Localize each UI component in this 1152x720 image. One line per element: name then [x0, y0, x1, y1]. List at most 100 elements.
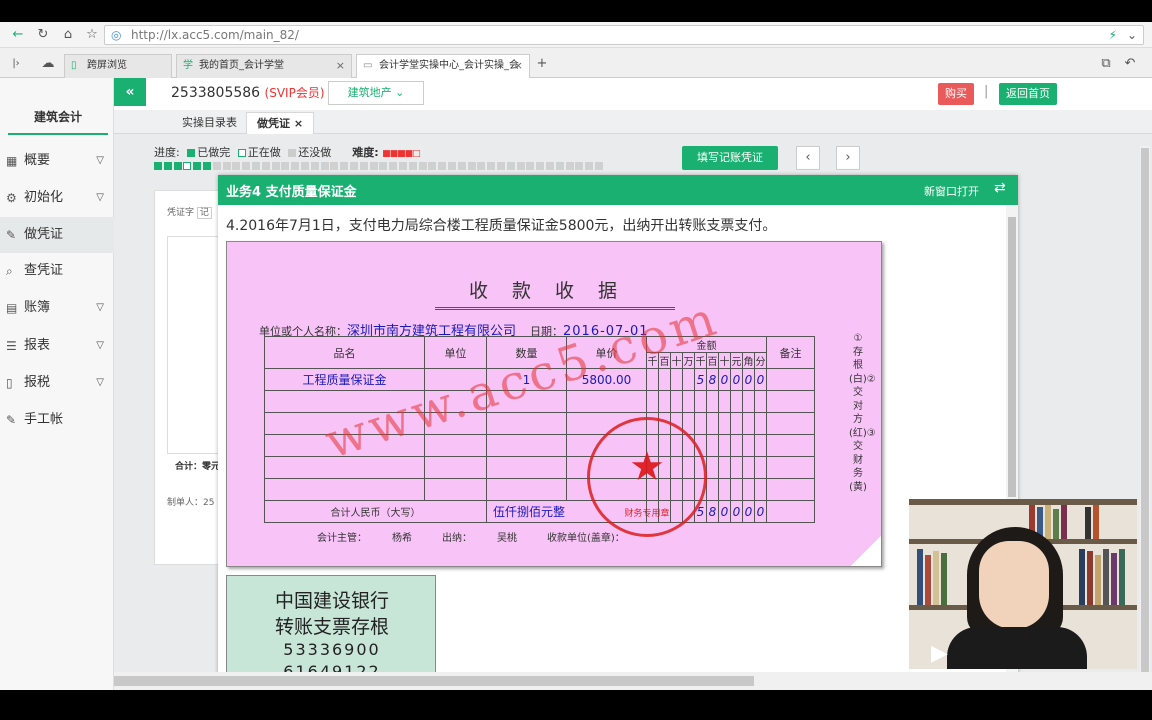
progress-dot[interactable]: [389, 162, 398, 170]
progress-dot[interactable]: [203, 162, 211, 170]
progress-dot[interactable]: [467, 162, 476, 170]
progress-dot[interactable]: [261, 162, 270, 170]
digit-header: 分: [754, 352, 767, 369]
progress-dot[interactable]: [193, 162, 202, 170]
sidebar-item-reports[interactable]: ☰ 报表 ▽: [0, 328, 114, 364]
sidebar-item-manual[interactable]: ✎ 手工帐: [0, 402, 114, 438]
industry-select[interactable]: 建筑地产 ⌄: [328, 81, 424, 105]
progress-dot[interactable]: [546, 162, 554, 170]
open-new-window-link[interactable]: 新窗口打开: [924, 183, 979, 199]
progress-dot[interactable]: [212, 162, 221, 170]
tab-practice-list[interactable]: 实操目录表: [172, 112, 247, 134]
progress-dot[interactable]: [173, 162, 182, 170]
progress-dot[interactable]: [487, 162, 496, 170]
progress-dot[interactable]: [163, 162, 172, 170]
doing-label: 正在做: [247, 146, 281, 159]
progress-dot[interactable]: [506, 162, 515, 170]
empty-cell: [742, 478, 755, 501]
progress-dot[interactable]: [565, 162, 574, 170]
progress-dot[interactable]: [291, 162, 300, 170]
extension-icon[interactable]: ⚡: [1109, 26, 1117, 44]
progress-dot[interactable]: [281, 162, 290, 170]
progress-dot[interactable]: [232, 162, 241, 170]
progress-dot[interactable]: [320, 162, 329, 170]
home-icon[interactable]: ⌂: [58, 25, 78, 45]
new-tab-icon[interactable]: +: [532, 54, 552, 74]
horizontal-scrollbar[interactable]: [114, 672, 1152, 690]
total-note: [766, 500, 815, 523]
chevron-down-icon[interactable]: ⌄: [1127, 26, 1137, 44]
progress-dot[interactable]: [379, 162, 388, 170]
progress-dot[interactable]: [526, 162, 535, 170]
tab-make-voucher[interactable]: 做凭证 ×: [246, 112, 315, 134]
progress-dot[interactable]: [477, 162, 486, 170]
progress-dot[interactable]: [359, 162, 368, 170]
empty-cell: [706, 456, 719, 479]
refresh-icon[interactable]: ↻: [33, 25, 53, 45]
progress-dot[interactable]: [595, 162, 603, 170]
progress-dot[interactable]: [242, 162, 251, 170]
star-icon[interactable]: ☆: [82, 25, 102, 45]
progress-dot[interactable]: [369, 162, 378, 170]
progress-dot[interactable]: [222, 162, 231, 170]
amount-digit: [646, 368, 659, 391]
progress-dot[interactable]: [399, 162, 407, 170]
tab-home[interactable]: 学 我的首页_会计学堂 ×: [176, 54, 352, 78]
play-logo-icon: ▶: [931, 641, 948, 666]
scrollbar-thumb[interactable]: [114, 676, 754, 686]
progress-dot[interactable]: [428, 162, 437, 170]
sidebar-item-tax[interactable]: ▯ 报税 ▽: [0, 365, 114, 401]
prev-arrow-icon[interactable]: ‹: [796, 146, 820, 170]
url-input[interactable]: ◎ http://lx.acc5.com/main_82/ ⚡ ⌄: [104, 25, 1144, 45]
voucher-type-select[interactable]: 记: [196, 207, 212, 219]
sidebar-toggle-icon[interactable]: |›: [6, 54, 26, 74]
swap-icon[interactable]: ⇄: [994, 180, 1006, 196]
back-arrow-icon[interactable]: ←: [8, 25, 28, 45]
sidebar-item-ledger[interactable]: ▤ 账簿 ▽: [0, 290, 114, 326]
restore-icon[interactable]: ⧉: [1096, 54, 1116, 74]
progress-dot[interactable]: [448, 162, 456, 170]
close-icon[interactable]: ×: [294, 117, 303, 130]
cloud-icon[interactable]: ☁: [38, 54, 58, 74]
page-scrollbar[interactable]: [1140, 146, 1150, 690]
progress-dot[interactable]: [310, 162, 319, 170]
progress-dot[interactable]: [408, 162, 417, 170]
progress-dot[interactable]: [418, 162, 427, 170]
progress-dot[interactable]: [555, 162, 564, 170]
tab-practice-center[interactable]: ▭ 会计学堂实操中心_会计实操_会 ×: [356, 54, 530, 78]
close-icon[interactable]: ×: [336, 55, 345, 77]
progress-dot[interactable]: [252, 162, 260, 170]
sidebar-item-overview[interactable]: ▦ 概要 ▽: [0, 143, 114, 179]
progress-dot[interactable]: [340, 162, 349, 170]
next-arrow-icon[interactable]: ›: [836, 146, 860, 170]
sidebar-item-init[interactable]: ⚙ 初始化 ▽: [0, 180, 114, 216]
tab-label: 我的首页_会计学堂: [199, 60, 284, 71]
progress-dot[interactable]: [585, 162, 594, 170]
progress-dot[interactable]: [271, 162, 280, 170]
progress-dot[interactable]: [183, 162, 192, 170]
empty-cell: [754, 478, 767, 501]
progress-dot[interactable]: [516, 162, 525, 170]
progress-dot[interactable]: [301, 162, 309, 170]
scrollbar-thumb[interactable]: [1008, 217, 1016, 497]
progress-dot[interactable]: [438, 162, 447, 170]
progress-dot[interactable]: [457, 162, 466, 170]
progress-dot[interactable]: [350, 162, 358, 170]
return-home-button[interactable]: 返回首页: [999, 83, 1057, 105]
collapse-sidebar-button[interactable]: «: [114, 78, 146, 106]
progress-dot[interactable]: [575, 162, 584, 170]
progress-dot[interactable]: [497, 162, 505, 170]
progress-dot[interactable]: [536, 162, 545, 170]
tab-cross-screen[interactable]: ▯ 跨屏浏览: [64, 54, 172, 78]
fill-voucher-button[interactable]: 填写记账凭证: [682, 146, 778, 170]
undo-icon[interactable]: ↶: [1120, 54, 1140, 74]
sidebar-item-make-voucher[interactable]: ✎ 做凭证: [0, 217, 114, 253]
sidebar-item-query-voucher[interactable]: ⌕ 查凭证: [0, 253, 114, 289]
progress-dot[interactable]: [154, 162, 162, 170]
total-digit: 0: [730, 500, 743, 523]
close-icon[interactable]: ×: [514, 55, 523, 77]
progress-dot[interactable]: [330, 162, 339, 170]
buy-button[interactable]: 购买: [938, 83, 974, 105]
done-label: 已做完: [197, 146, 231, 159]
scrollbar-thumb[interactable]: [1141, 148, 1149, 678]
